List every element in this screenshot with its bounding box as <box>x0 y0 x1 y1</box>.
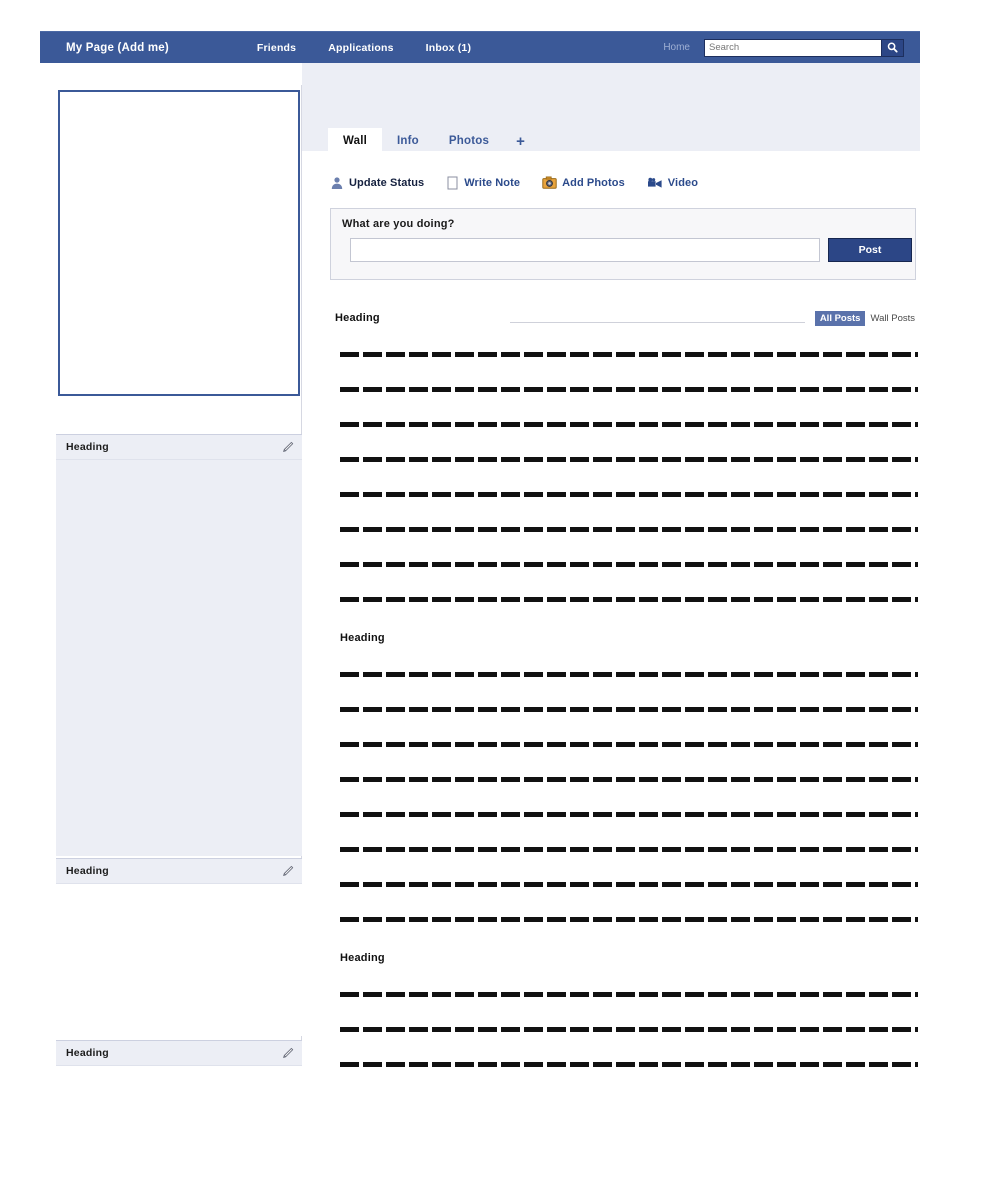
placeholder-line <box>340 492 918 497</box>
pencil-icon[interactable] <box>280 864 294 878</box>
action-add-photos[interactable]: Add Photos <box>542 176 625 190</box>
placeholder-line <box>340 882 918 887</box>
composer-action-row: Update Status Write Note Add Photos Vide… <box>330 172 698 194</box>
sidebar-box-1-title: Heading <box>66 441 109 453</box>
placeholder-line <box>340 352 918 357</box>
placeholder-line <box>340 527 918 532</box>
sidebar-box-2: Heading <box>56 858 302 1036</box>
nav-link-home[interactable]: Home <box>663 42 690 53</box>
sidebar-box-2-header: Heading <box>56 858 302 884</box>
placeholder-line <box>340 422 918 427</box>
placeholder-line <box>340 917 918 922</box>
action-update-status[interactable]: Update Status <box>330 176 424 190</box>
action-write-note[interactable]: Write Note <box>446 176 520 190</box>
feed-block-3-heading: Heading <box>340 952 385 964</box>
magnifier-icon <box>887 42 898 53</box>
search-group <box>704 38 904 57</box>
profile-tabs: Wall Info Photos + <box>328 128 537 154</box>
placeholder-line <box>340 812 918 817</box>
search-input[interactable] <box>704 38 882 57</box>
action-video-label: Video <box>667 177 699 189</box>
sidebar-box-1: Heading <box>56 434 302 856</box>
placeholder-line <box>340 992 918 997</box>
nav-link-inbox[interactable]: Inbox (1) <box>426 42 472 54</box>
composer-row: Post <box>350 238 915 262</box>
tab-info[interactable]: Info <box>382 128 434 154</box>
placeholder-line <box>340 1062 918 1067</box>
placeholder-line <box>340 562 918 567</box>
top-navigation-bar: My Page (Add me) Friends Applications In… <box>40 31 920 63</box>
video-camera-icon <box>647 177 662 188</box>
sidebar-box-2-body <box>56 884 302 1036</box>
profile-photo-placeholder[interactable] <box>58 90 300 396</box>
post-button[interactable]: Post <box>828 238 912 262</box>
placeholder-line <box>340 707 918 712</box>
feed-block-3 <box>340 992 918 1067</box>
placeholder-line <box>340 387 918 392</box>
feed-block-2-heading: Heading <box>340 632 385 644</box>
tab-wall[interactable]: Wall <box>328 128 383 154</box>
sidebar-box-3-body <box>56 1066 302 1200</box>
placeholder-line <box>340 457 918 462</box>
brand-title: My Page (Add me) <box>66 41 169 54</box>
action-video[interactable]: Video <box>647 177 698 190</box>
sidebar-box-1-header: Heading <box>56 434 302 460</box>
pencil-icon[interactable] <box>280 1046 294 1060</box>
placeholder-line <box>340 1027 918 1032</box>
sidebar-box-2-title: Heading <box>66 865 109 877</box>
search-button[interactable] <box>882 38 904 57</box>
tab-add-button[interactable]: + <box>504 128 537 154</box>
placeholder-line <box>340 777 918 782</box>
tab-photos[interactable]: Photos <box>434 128 504 154</box>
feed-block-2 <box>340 672 918 922</box>
pencil-icon-glyph <box>282 441 293 452</box>
nav-links: Friends Applications Inbox (1) <box>257 42 471 54</box>
nav-link-applications[interactable]: Applications <box>328 42 393 54</box>
filter-divider-rule <box>509 321 805 323</box>
action-add-photos-label: Add Photos <box>562 177 625 189</box>
placeholder-line <box>340 597 918 602</box>
placeholder-line <box>340 742 918 747</box>
placeholder-line <box>340 672 918 677</box>
feed-filter-heading: Heading <box>335 312 380 324</box>
pencil-icon[interactable] <box>280 440 294 454</box>
filter-wall-posts[interactable]: Wall Posts <box>865 311 920 326</box>
nav-link-friends[interactable]: Friends <box>257 42 296 54</box>
sidebar-box-3: Heading <box>56 1040 302 1200</box>
action-write-note-label: Write Note <box>464 177 521 189</box>
feed-block-1 <box>340 352 918 602</box>
pencil-icon-glyph <box>282 1047 293 1058</box>
person-icon <box>331 177 343 189</box>
sidebar-box-1-body <box>56 460 302 856</box>
composer-prompt: What are you doing? <box>342 218 455 230</box>
pencil-icon-glyph <box>282 865 293 876</box>
feed-content: Heading Heading <box>340 352 918 1097</box>
filter-all-posts[interactable]: All Posts <box>814 310 866 326</box>
status-input[interactable] <box>350 238 820 262</box>
sidebar-box-3-title: Heading <box>66 1047 109 1059</box>
note-icon <box>447 176 458 190</box>
nav-right-group: Home <box>663 38 904 57</box>
placeholder-line <box>340 847 918 852</box>
feed-filter-row: Heading All Posts Wall Posts <box>335 305 920 331</box>
camera-icon <box>542 176 557 189</box>
action-update-status-label: Update Status <box>349 177 425 189</box>
sidebar-box-3-header: Heading <box>56 1040 302 1066</box>
page-root: My Page (Add me) Friends Applications In… <box>0 0 989 1200</box>
status-composer: What are you doing? Post <box>330 208 916 280</box>
